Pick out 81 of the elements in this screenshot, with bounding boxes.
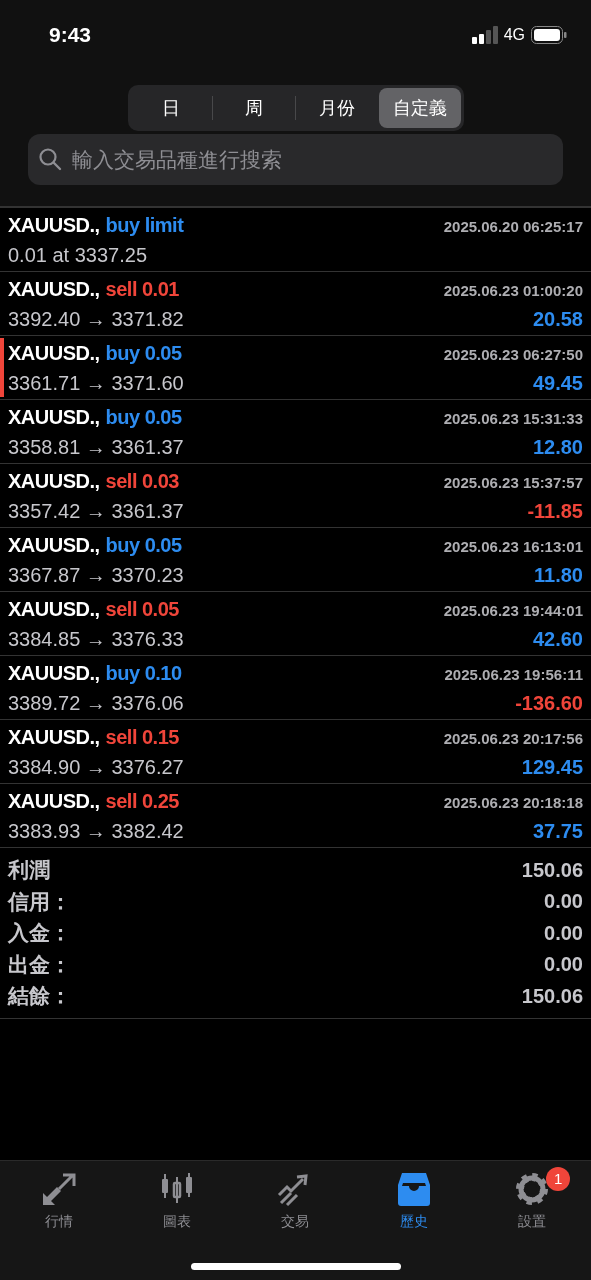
summary-value: 0.00 [544,889,583,915]
order-type: sell 0.25 [105,788,179,814]
summary-label: 利潤 [8,857,50,883]
order-prices: 3361.71 → 3371.60 [8,370,184,396]
order-type: sell 0.03 [105,468,179,494]
summary-value: 150.06 [521,857,583,883]
tab-bar-item[interactable]: 歷史 [354,1171,473,1232]
profit-value: 37.75 [532,818,583,844]
order-row[interactable]: XAUUSD., buy limit 2025.06.20 06:25:17 0.01 at 3337.25 [0,208,591,272]
period-tab[interactable]: 日 [130,88,213,128]
symbol: XAUUSD., [8,532,100,558]
order-prices: 3367.87 → 3370.23 [8,562,184,588]
signal-icon [471,26,498,44]
search-field[interactable]: 輸入交易品種進行搜索 [28,134,563,185]
order-time: 2025.06.23 15:31:33 [443,408,583,429]
order-time: 2025.06.23 20:17:56 [443,728,583,749]
order-type: buy 0.10 [105,660,182,686]
tab-bar-item[interactable]: 交易 [236,1171,355,1232]
symbol: XAUUSD., [8,404,100,430]
symbol: XAUUSD., [8,660,100,686]
order-type: sell 0.15 [105,724,179,750]
order-row[interactable]: XAUUSD., buy 0.05 2025.06.23 15:31:33 3358.81 → 3361.37 12.80 [0,400,591,464]
network-type: 4G [503,25,525,45]
order-prices: 3392.40 → 3371.82 [8,306,184,332]
order-time: 2025.06.23 16:13:01 [443,536,583,557]
order-row[interactable]: XAUUSD., buy 0.05 2025.06.23 16:13:01 3367.87 → 3370.23 11.80 [0,528,591,592]
order-time: 2025.06.23 06:27:50 [443,344,583,365]
profit-value: 129.45 [521,754,583,780]
order-type: buy 0.05 [105,404,182,430]
arrows-icon [40,1171,79,1207]
profit-value: -136.60 [515,690,583,716]
order-time: 2025.06.23 01:00:20 [443,280,583,301]
symbol: XAUUSD., [8,724,100,750]
order-prices: 3389.72 → 3376.06 [8,690,184,716]
symbol: XAUUSD., [8,788,100,814]
symbol: XAUUSD., [8,276,100,302]
order-type: buy 0.05 [105,532,182,558]
search-icon [38,147,62,171]
order-time: 2025.06.23 19:56:11 [444,664,583,685]
order-type: buy limit [105,212,184,238]
order-type: sell 0.01 [105,276,179,302]
profit-value: -11.85 [527,498,583,524]
symbol: XAUUSD., [8,340,100,366]
battery-icon [531,26,567,44]
profit-value: 12.80 [532,434,583,460]
period-tab[interactable]: 自定義 [378,88,461,128]
notification-badge: 1 [546,1167,571,1191]
tab-bar-item[interactable]: 行情 [0,1171,119,1232]
summary-value: 0.00 [544,920,583,946]
symbol: XAUUSD., [8,468,100,494]
profit-value: 11.80 [534,562,583,588]
symbol: XAUUSD., [8,212,100,238]
order-type: buy 0.05 [105,340,182,366]
clock-time: 9:43 [49,22,92,49]
profit-value: 42.60 [532,626,583,652]
profit-value: 49.45 [532,370,583,396]
order-prices: 0.01 at 3337.25 [8,242,147,268]
order-type: sell 0.05 [105,596,179,622]
order-prices: 3384.85 → 3376.33 [8,626,184,652]
profit-value: 20.58 [532,306,583,332]
order-prices: 3384.90 → 3376.27 [8,754,184,780]
order-prices: 3358.81 → 3361.37 [8,434,184,460]
summary-value: 0.00 [544,952,583,978]
tab-bar-item[interactable]: 圖表 [118,1171,237,1232]
summary-label: 出金： [8,951,71,978]
period-tab[interactable]: 周 [213,88,295,128]
symbol: XAUUSD., [8,596,100,622]
order-time: 2025.06.23 15:37:57 [443,472,583,493]
order-time: 2025.06.20 06:25:17 [443,216,583,237]
summary-label: 入金： [8,920,71,946]
summary-value: 150.06 [521,983,583,1009]
order-row[interactable]: XAUUSD., sell 0.03 2025.06.23 15:37:57 3357.42 → 3361.37 -11.85 [0,464,591,528]
order-time: 2025.06.23 20:18:18 [443,792,583,813]
order-time: 2025.06.23 19:44:01 [443,600,583,621]
summary-label: 結餘： [8,983,71,1009]
order-prices: 3357.42 → 3361.37 [8,498,184,524]
order-prices: 3383.93 → 3382.42 [8,818,184,844]
summary-label: 信用： [8,888,71,915]
order-row[interactable]: XAUUSD., sell 0.25 2025.06.23 20:18:18 3383.93 → 3382.42 37.75 [0,784,591,848]
order-row[interactable]: XAUUSD., sell 0.15 2025.06.23 20:17:56 3384.90 → 3376.27 129.45 [0,720,591,784]
period-tab[interactable]: 月份 [296,88,378,128]
